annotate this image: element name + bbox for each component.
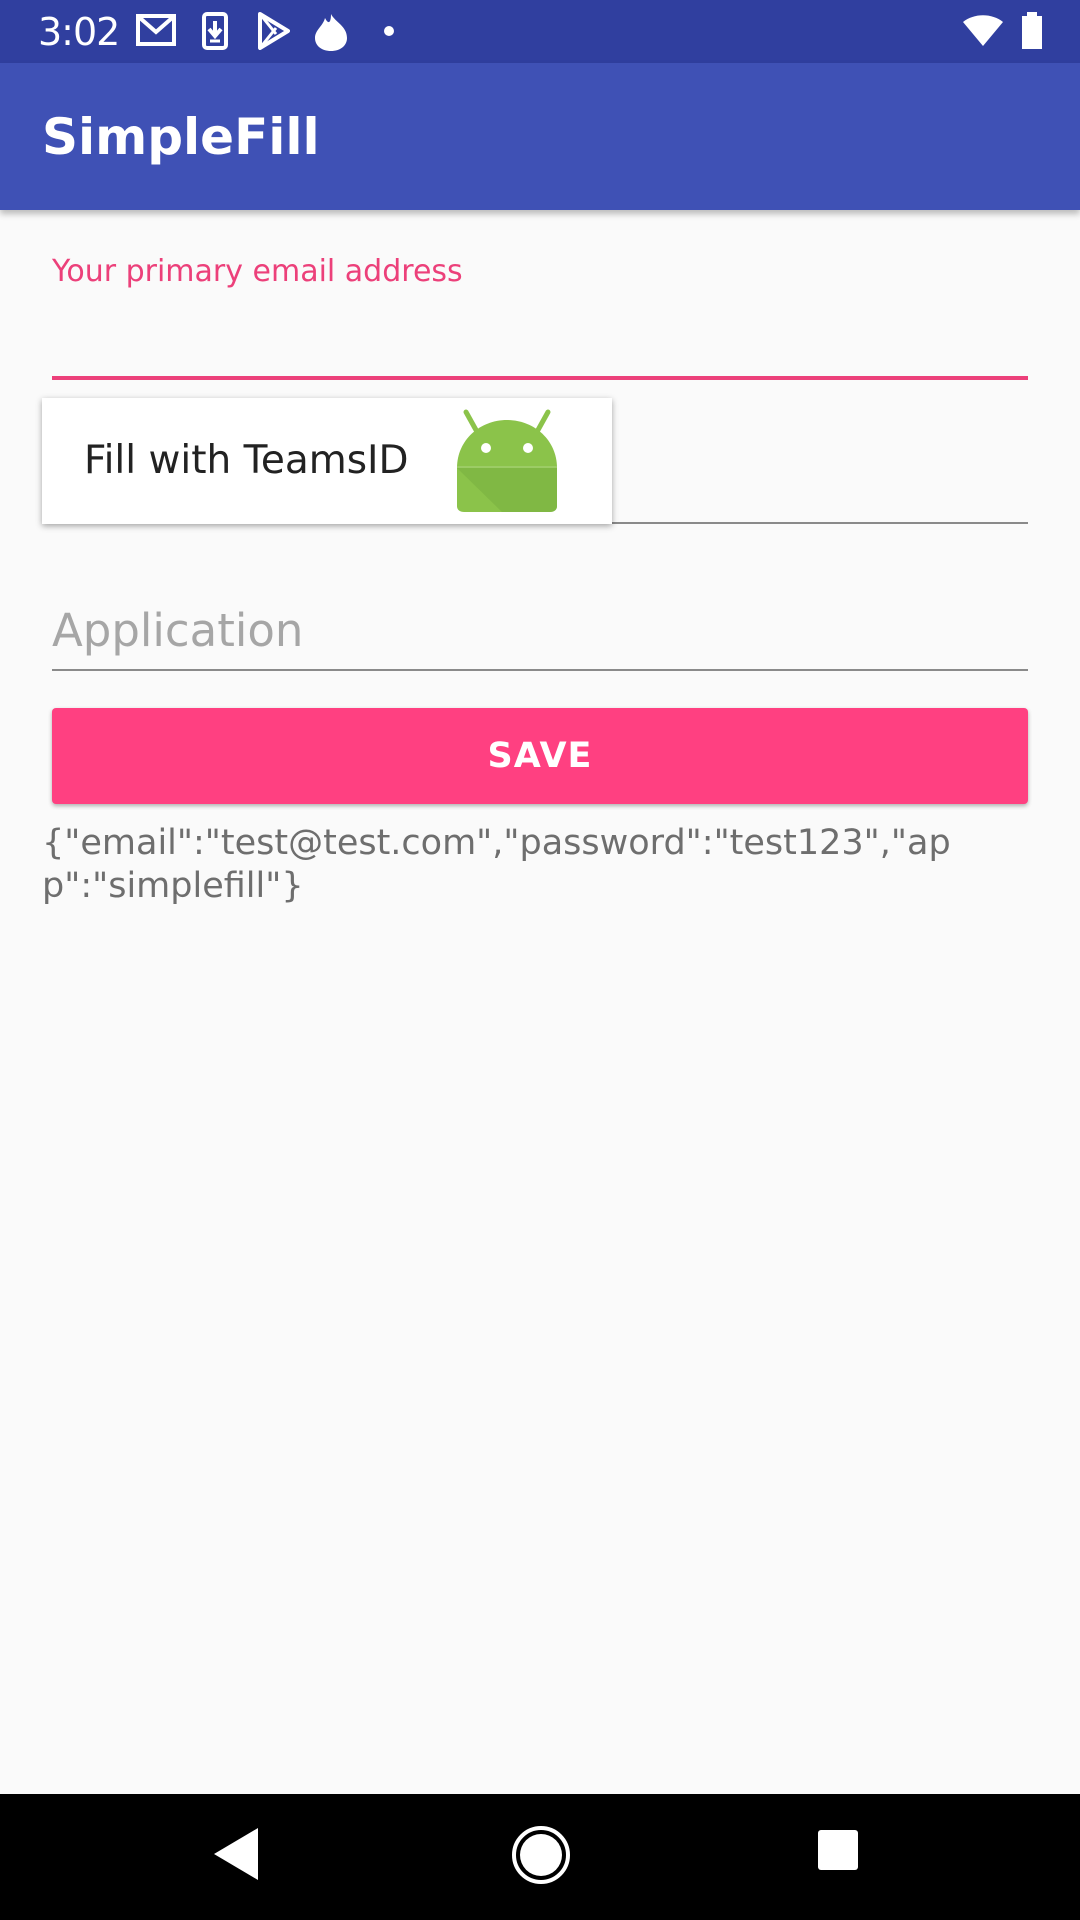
application-field-underline	[52, 669, 1028, 671]
gmail-icon	[136, 14, 176, 46]
app-title: SimpleFill	[42, 108, 320, 166]
autofill-label: Fill with TeamsID	[84, 438, 409, 483]
dot-icon	[384, 26, 394, 36]
autofill-suggestion[interactable]: Fill with TeamsID	[42, 398, 612, 524]
email-field-underline	[52, 376, 1028, 380]
play-store-icon	[258, 12, 290, 50]
battery-icon	[1022, 12, 1042, 49]
saved-json-output: {"email":"test@test.com","password":"tes…	[42, 823, 951, 906]
home-icon[interactable]	[510, 1824, 572, 1886]
android-icon	[457, 409, 557, 512]
status-time: 3:02	[38, 10, 120, 54]
status-bar: 3:02	[0, 0, 1080, 63]
download-icon	[202, 12, 228, 50]
fire-icon	[315, 14, 347, 51]
save-button[interactable]: SAVE	[52, 708, 1028, 804]
recents-icon[interactable]	[816, 1828, 860, 1872]
email-field[interactable]	[52, 300, 1028, 374]
application-field[interactable]: Application	[52, 596, 1028, 670]
app-bar: SimpleFill	[0, 63, 1080, 210]
back-icon[interactable]	[210, 1824, 262, 1884]
navigation-bar	[0, 1794, 1080, 1920]
email-field-label: Your primary email address	[52, 254, 463, 289]
wifi-icon	[963, 15, 1003, 46]
